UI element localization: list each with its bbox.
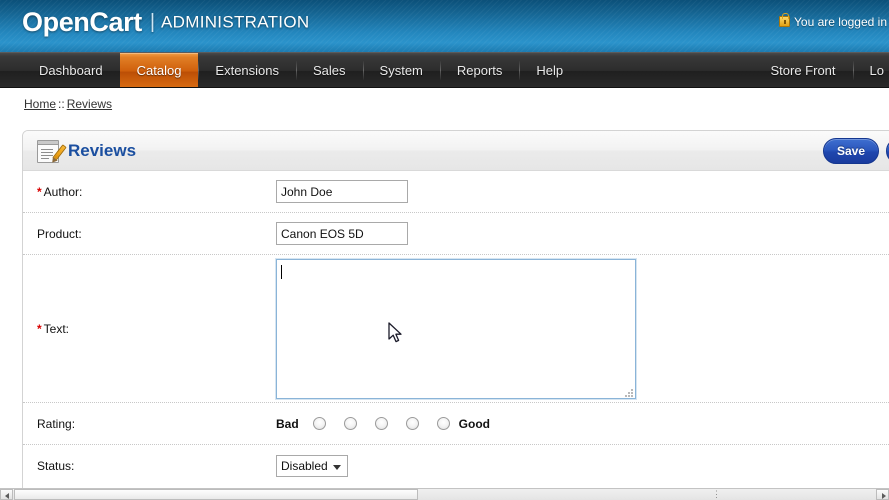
status-select-value: Disabled xyxy=(281,459,328,473)
main-menu-right: Store Front Lo xyxy=(754,53,889,87)
breadcrumb-separator: :: xyxy=(58,97,65,111)
form-row-product: Product: xyxy=(23,213,889,255)
breadcrumb-home[interactable]: Home xyxy=(24,97,56,111)
scrollbar-grip: ⋮ xyxy=(712,489,722,499)
nav-item-dashboard[interactable]: Dashboard xyxy=(22,53,120,87)
reviews-panel: Reviews Save Can *Author: xyxy=(22,130,889,490)
notepad-pencil-icon xyxy=(37,139,67,163)
text-caret xyxy=(281,264,282,279)
page-title: Reviews xyxy=(37,131,136,171)
panel-action-buttons: Save Can xyxy=(822,138,889,164)
brand-name: OpenCart xyxy=(22,7,142,37)
author-input[interactable] xyxy=(276,180,408,203)
scrollbar-thumb[interactable] xyxy=(14,489,418,500)
review-textarea[interactable] xyxy=(275,257,637,400)
form-row-author: * Author: xyxy=(23,171,889,213)
rating-radio-3[interactable] xyxy=(374,417,388,430)
author-required-mark: * xyxy=(37,184,42,199)
nav-item-store-front[interactable]: Store Front xyxy=(754,53,853,87)
nav-item-extensions[interactable]: Extensions xyxy=(198,53,296,87)
rating-radio-1[interactable] xyxy=(312,417,326,430)
nav-item-sales[interactable]: Sales xyxy=(296,53,363,87)
review-form: *Author: Product: *Text: xyxy=(23,171,889,487)
textarea-resize-handle[interactable] xyxy=(623,387,633,397)
horizontal-scrollbar[interactable]: ⋮ xyxy=(0,488,889,500)
form-row-rating: Rating: Bad Good xyxy=(23,403,889,445)
brand-logo[interactable]: OpenCart | ADMINISTRATION xyxy=(22,7,309,38)
logged-in-text: You are logged in as xyxy=(794,15,889,29)
product-input[interactable] xyxy=(276,222,408,245)
lock-icon xyxy=(779,13,791,27)
nav-item-help[interactable]: Help xyxy=(519,53,580,87)
status-label: Status: xyxy=(37,459,276,473)
nav-item-catalog[interactable]: Catalog xyxy=(119,53,199,87)
rating-radio-5[interactable] xyxy=(436,417,450,430)
browser-viewport: OpenCart | ADMINISTRATION You are logged i… xyxy=(0,0,889,500)
rating-radio-2[interactable] xyxy=(343,417,357,430)
main-menu-bar: Dashboard Catalog Extensions Sales Syste… xyxy=(0,52,889,88)
scroll-left-arrow-icon[interactable] xyxy=(0,489,13,500)
status-select[interactable]: Disabled xyxy=(276,455,348,477)
scroll-right-arrow-icon[interactable] xyxy=(876,489,889,500)
text-label: * Text: xyxy=(37,322,276,336)
rating-low-label: Bad xyxy=(276,416,299,431)
panel-header: Reviews Save Can xyxy=(23,131,889,171)
rating-label: Rating: xyxy=(37,417,276,431)
save-button[interactable]: Save xyxy=(822,138,879,164)
page-title-text: Reviews xyxy=(68,141,137,160)
nav-item-system[interactable]: System xyxy=(362,53,440,87)
rating-label-text: Rating: xyxy=(37,416,76,431)
brand-separator: | xyxy=(149,11,156,33)
breadcrumb-reviews[interactable]: Reviews xyxy=(67,97,112,111)
author-label-text: Author: xyxy=(43,184,83,199)
form-row-status: Status: Disabled xyxy=(23,445,889,487)
nav-item-logout[interactable]: Lo xyxy=(852,53,889,87)
form-row-text: * Text: xyxy=(23,255,889,403)
chevron-down-icon xyxy=(333,465,341,470)
main-menu-left: Dashboard Catalog Extensions Sales Syste… xyxy=(22,53,580,87)
text-required-mark: * xyxy=(37,321,42,336)
breadcrumb: Home:: Reviews xyxy=(24,97,112,111)
logged-in-status: You are logged in as xyxy=(779,13,889,29)
nav-item-reports[interactable]: Reports xyxy=(439,53,520,87)
page-content: Home:: Reviews Reviews Save * Author: Jo… xyxy=(0,88,889,490)
text-label-text: Text: xyxy=(43,321,70,336)
rating-high-label: Good xyxy=(458,416,490,431)
status-label-text: Status: xyxy=(37,459,75,473)
admin-header: OpenCart | ADMINISTRATION You are logged i… xyxy=(0,0,889,52)
rating-radio-group: Bad Good xyxy=(276,417,490,431)
product-label-text: Product: xyxy=(37,226,82,241)
author-label: * Author: xyxy=(37,185,276,199)
rating-radio-4[interactable] xyxy=(405,417,419,430)
product-label: Product: xyxy=(37,227,276,241)
brand-admin-label: ADMINISTRATION xyxy=(161,12,310,32)
